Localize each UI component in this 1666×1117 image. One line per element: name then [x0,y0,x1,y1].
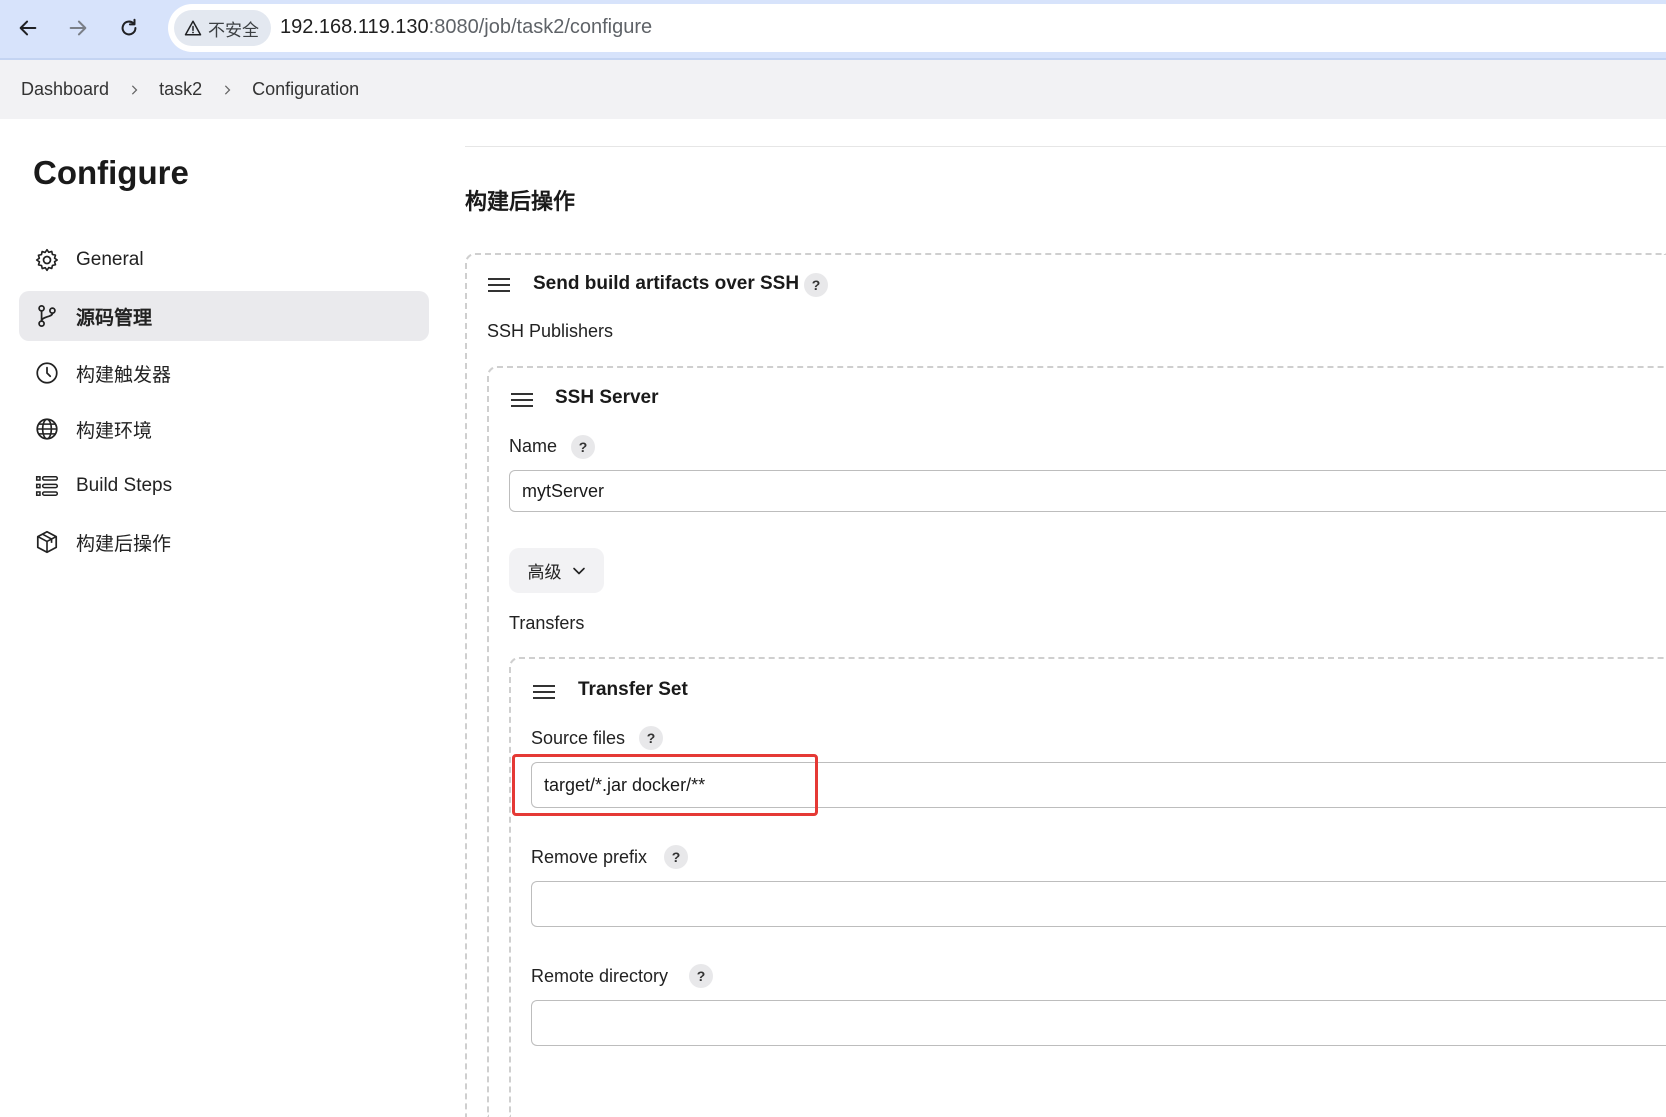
page-title: Configure [33,154,189,191]
sidebar-item-general[interactable]: General [19,235,429,285]
sidebar-item-post-build[interactable]: 构建后操作 [19,517,429,567]
arrow-left-icon [19,20,37,36]
section-title: 构建后操作 [465,189,576,214]
remote-directory-label: Remote directory [531,966,669,986]
url-host: 192.168.119.130 [280,16,429,38]
reload-icon [121,18,137,36]
drag-handle-icon[interactable] [488,278,510,294]
sidebar-item-label: 构建环境 [76,420,153,442]
transfers-label: Transfers [509,613,585,633]
package-icon [33,528,61,556]
breadcrumb-dashboard[interactable]: Dashboard [21,79,109,100]
ssh-server-title: SSH Server [555,387,659,408]
breadcrumb-configuration[interactable]: Configuration [252,79,359,100]
name-select[interactable]: mytServer [509,470,1666,512]
remote-directory-input[interactable] [531,1000,1666,1046]
help-icon[interactable]: ? [804,273,828,297]
section-divider [465,146,1666,147]
highlight-box [512,754,818,816]
security-indicator[interactable]: 不安全 [174,10,271,46]
sidebar-item-source-control[interactable]: 源码管理 [19,291,429,341]
name-label: Name [509,436,558,456]
url-path: :8080/job/task2/configure [428,16,653,38]
sidebar-item-build-steps[interactable]: Build Steps [19,461,429,511]
source-files-label: Source files [531,728,626,748]
clock-icon [33,359,61,387]
arrow-right-icon [69,20,87,36]
list-icon [33,472,61,500]
help-icon[interactable]: ? [639,726,663,750]
url-text[interactable]: 192.168.119.130:8080/job/task2/configure [280,16,652,39]
help-icon[interactable]: ? [664,845,688,869]
globe-icon [33,415,61,443]
breadcrumb-task2[interactable]: task2 [159,79,202,100]
branch-icon [33,302,61,330]
back-button[interactable] [10,10,46,46]
advanced-label: 高级 [527,563,562,582]
sidebar-item-label: General [76,249,144,270]
address-bar[interactable]: 不安全 192.168.119.130:8080/job/task2/confi… [168,4,1666,52]
publisher-title: Send build artifacts over SSH [533,273,800,294]
help-icon[interactable]: ? [689,964,713,988]
drag-handle-icon[interactable] [511,393,533,409]
forward-button[interactable] [60,10,96,46]
sidebar-item-label: 构建触发器 [76,364,172,386]
gear-icon [33,246,61,274]
remove-prefix-label: Remove prefix [531,847,648,867]
browser-toolbar: 不安全 192.168.119.130:8080/job/task2/confi… [0,0,1666,60]
advanced-button[interactable]: 高级 [509,548,604,593]
chevron-right-icon [129,84,139,95]
sidebar-item-label: Build Steps [76,475,173,496]
remove-prefix-input[interactable] [531,881,1666,927]
chevron-down-icon [572,567,585,574]
ssh-publishers-label: SSH Publishers [487,321,614,341]
breadcrumb: Dashboard task2 Configuration [0,60,1666,119]
reload-button[interactable] [111,10,147,46]
chevron-right-icon [222,84,232,95]
help-icon[interactable]: ? [571,435,595,459]
sidebar-item-build-triggers[interactable]: 构建触发器 [19,348,429,398]
transfer-set-title: Transfer Set [578,679,688,700]
sidebar-item-build-environment[interactable]: 构建环境 [19,404,429,454]
security-label: 不安全 [208,20,259,40]
warning-icon [184,20,202,36]
drag-handle-icon[interactable] [533,685,555,701]
sidebar-item-label: 构建后操作 [76,533,172,555]
sidebar-item-label: 源码管理 [76,307,153,329]
